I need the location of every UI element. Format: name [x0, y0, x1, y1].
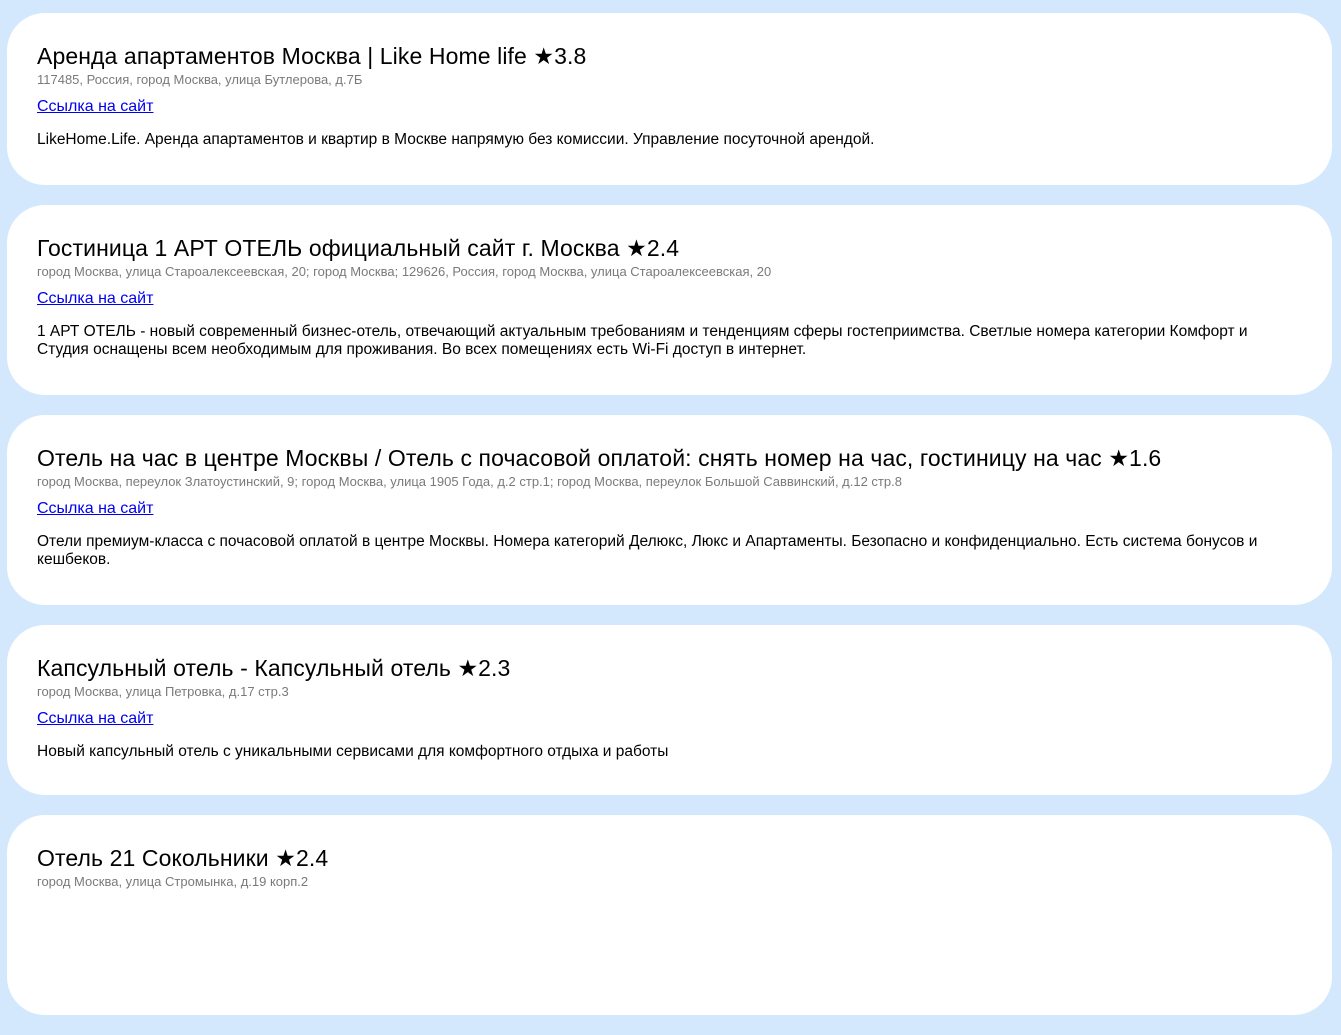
listing-description: Отели премиум-класса с почасовой оплатой… — [37, 533, 1258, 568]
listing-card: Аренда апартаментов Москва | Like Home l… — [7, 13, 1332, 185]
listing-description: 1 АРТ ОТЕЛЬ - новый современный бизнес-о… — [37, 323, 1248, 358]
listing-address: город Москва, улица Петровка, д.17 стр.3 — [37, 684, 289, 699]
listing-title: Отель на час в центре Москвы / Отель с п… — [37, 445, 1162, 471]
listing-title: Отель 21 Сокольники ★2.4 — [37, 845, 329, 871]
listing-card: Отель 21 Сокольники ★2.4 город Москва, у… — [7, 815, 1332, 1015]
listing-description: Новый капсульный отель с уникальными сер… — [37, 743, 669, 760]
listing-address: город Москва, улица Стромынка, д.19 корп… — [37, 874, 309, 889]
listing-title: Аренда апартаментов Москва | Like Home l… — [37, 43, 587, 69]
listing-title: Гостиница 1 АРТ ОТЕЛЬ официальный сайт г… — [37, 235, 680, 261]
listing-description: LikeHome.Life. Аренда апартаментов и ква… — [37, 131, 875, 148]
listing-card: Капсульный отель - Капсульный отель ★2.3… — [7, 625, 1332, 795]
listings-list: Аренда апартаментов Москва | Like Home l… — [7, 13, 1332, 1035]
listing-title: Капсульный отель - Капсульный отель ★2.3 — [37, 655, 511, 681]
website-link[interactable]: Ссылка на сайт — [37, 499, 153, 519]
listing-card: Гостиница 1 АРТ ОТЕЛЬ официальный сайт г… — [7, 205, 1332, 395]
website-link[interactable]: Ссылка на сайт — [37, 709, 153, 729]
website-link[interactable]: Ссылка на сайт — [37, 289, 153, 309]
listing-address: город Москва, улица Староалексеевская, 2… — [37, 264, 772, 279]
website-link[interactable]: Ссылка на сайт — [37, 97, 153, 117]
listing-address: 117485, Россия, город Москва, улица Бутл… — [37, 72, 363, 87]
listing-card: Отель на час в центре Москвы / Отель с п… — [7, 415, 1332, 605]
listing-address: город Москва, переулок Златоустинский, 9… — [37, 474, 902, 489]
